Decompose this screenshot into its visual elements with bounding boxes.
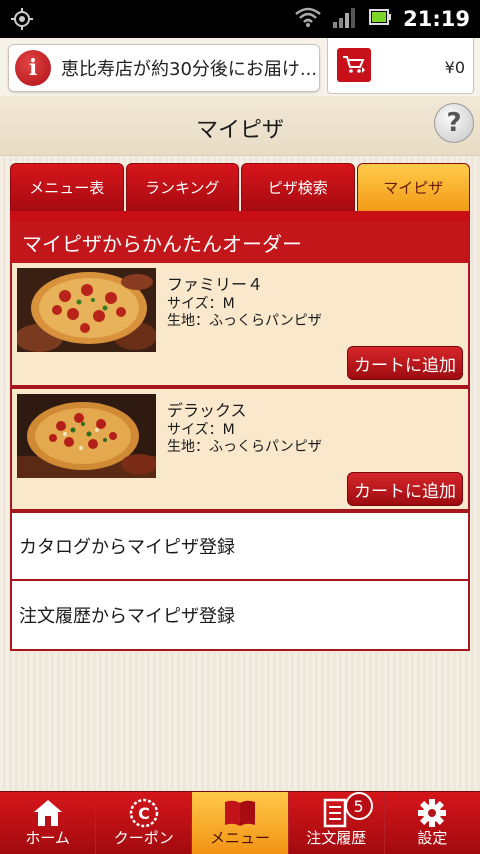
delivery-info-button[interactable]: i 恵比寿店が約30分後にお届け...: [8, 44, 320, 92]
title-bar: マイピザ: [0, 96, 480, 156]
nav-label: ホーム: [25, 829, 70, 847]
settings-gear-icon: [415, 798, 449, 828]
pizza-crust: 生地：ふっくらパンピザ: [167, 313, 322, 329]
cart-total: ¥0: [444, 58, 465, 77]
pizza-crust: 生地：ふっくらパンピザ: [167, 439, 322, 455]
add-to-cart-button[interactable]: カートに追加: [347, 472, 463, 506]
nav-menu[interactable]: メニュー: [192, 792, 289, 854]
delivery-status-text: 恵比寿店が約30分後にお届け...: [61, 59, 315, 80]
section-title: マイピザからかんたんオーダー: [10, 221, 470, 263]
nav-home[interactable]: ホーム: [0, 792, 97, 854]
register-from-history-link[interactable]: 注文履歴からマイピザ登録: [10, 581, 470, 651]
nav-coupon[interactable]: C クーポン: [96, 792, 193, 854]
add-to-cart-button[interactable]: カートに追加: [347, 346, 463, 380]
clock: 21:19: [403, 7, 470, 31]
signal-icon: [333, 6, 357, 32]
nav-order-history[interactable]: 5 注文履歴: [289, 792, 385, 854]
battery-icon: [369, 8, 392, 30]
order-count-badge: 5: [344, 792, 373, 820]
nav-label: 設定: [417, 829, 448, 847]
home-icon: [31, 798, 65, 828]
tab-menu-list[interactable]: メニュー表: [10, 163, 124, 211]
pizza-card: ファミリー４ サイズ：M 生地：ふっくらパンピザ カートに追加: [10, 263, 470, 387]
nav-label: クーポン: [113, 829, 174, 847]
android-system-icon: [10, 7, 34, 31]
cart-button[interactable]: ¥0: [327, 38, 474, 94]
tab-bar: メニュー表 ランキング ピザ検索 マイピザ: [10, 163, 470, 211]
nav-label: 注文履歴: [306, 829, 367, 847]
coupon-icon: C: [127, 798, 161, 828]
tab-underline: [10, 211, 470, 221]
tab-ranking[interactable]: ランキング: [125, 163, 239, 211]
tab-my-pizza[interactable]: マイピザ: [356, 163, 470, 211]
pizza-image[interactable]: [17, 394, 156, 478]
delivery-cart-bar: i 恵比寿店が約30分後にお届け... ¥0: [0, 38, 480, 96]
svg-text:C: C: [138, 804, 150, 823]
bottom-navigation: ホーム C クーポン メニュー 5 注文履歴 設定: [0, 791, 480, 854]
info-icon: i: [15, 50, 51, 86]
page-title: マイピザ: [195, 118, 284, 143]
menu-book-icon: [223, 798, 257, 828]
pizza-name: デラックス: [167, 401, 247, 420]
nav-label: メニュー: [210, 829, 271, 847]
nav-settings[interactable]: 設定: [385, 792, 480, 854]
status-bar: 21:19: [0, 0, 480, 38]
pizza-image[interactable]: [17, 268, 156, 352]
pizza-name: ファミリー４: [167, 275, 264, 294]
register-from-catalog-link[interactable]: カタログからマイピザ登録: [10, 511, 470, 581]
wifi-icon: [295, 6, 321, 32]
help-button[interactable]: ?: [434, 103, 474, 143]
pizza-card: デラックス サイズ：M 生地：ふっくらパンピザ カートに追加: [10, 387, 470, 511]
tab-pizza-search[interactable]: ピザ検索: [241, 163, 355, 211]
cart-icon: [337, 48, 371, 82]
